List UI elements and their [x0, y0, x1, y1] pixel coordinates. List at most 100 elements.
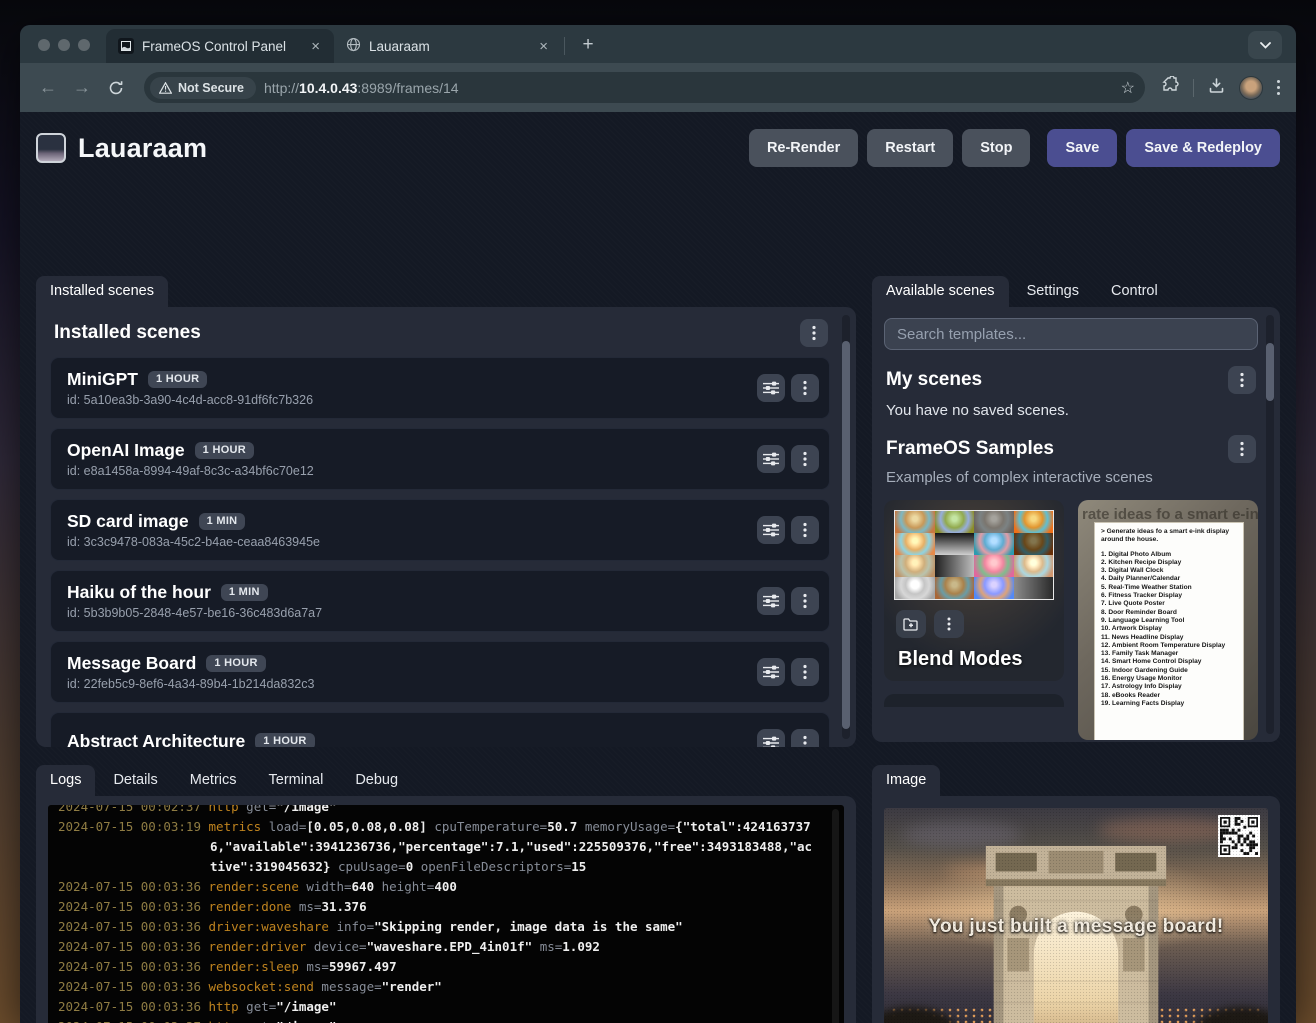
scene-menu-button[interactable] — [791, 516, 819, 544]
extensions-icon[interactable] — [1161, 76, 1179, 99]
stop-button[interactable]: Stop — [962, 129, 1030, 167]
preview-line: 13. Family Task Manager — [1101, 650, 1237, 658]
scene-settings-button[interactable] — [757, 516, 785, 544]
rerender-button[interactable]: Re-Render — [749, 129, 858, 167]
my-scenes-empty-text: You have no saved scenes. — [886, 402, 1256, 419]
browser-tab-lauaraam[interactable]: Lauaraam × — [334, 29, 562, 63]
scene-id: id: 5b3b9b05-2848-4e57-be16-36c483d6a7a7 — [67, 606, 747, 620]
tab-available-scenes[interactable]: Available scenes — [872, 276, 1009, 307]
blend-modes-thumbnail — [894, 510, 1054, 600]
scene-settings-button[interactable] — [757, 445, 785, 473]
scene-card[interactable]: Abstract Architecture1 HOUR — [50, 712, 830, 747]
installed-scenes-menu-button[interactable] — [800, 319, 828, 347]
toolbar-icons — [1161, 76, 1284, 100]
preview-line: 18. eBooks Reader — [1101, 692, 1237, 700]
bookmark-star-icon[interactable]: ☆ — [1121, 78, 1135, 98]
profile-avatar[interactable] — [1239, 76, 1263, 100]
log-entry: 2024-07-15 00:03:36 render:sleep ms=5996… — [58, 957, 818, 977]
scene-interval-badge: 1 HOUR — [148, 371, 207, 388]
scene-menu-button[interactable] — [791, 445, 819, 473]
sample-menu-button[interactable] — [934, 610, 964, 638]
scene-info: Message Board1 HOURid: 22feb5c9-8ef6-4a3… — [67, 653, 747, 691]
window-minimize-button[interactable] — [58, 39, 70, 51]
scene-settings-button[interactable] — [757, 587, 785, 615]
my-scenes-heading: My scenes — [886, 369, 982, 391]
restart-button[interactable]: Restart — [867, 129, 953, 167]
search-input[interactable] — [884, 318, 1258, 350]
scene-menu-button[interactable] — [791, 729, 819, 747]
installed-scenes-scrollbar[interactable] — [842, 315, 850, 739]
scene-settings-button[interactable] — [757, 374, 785, 402]
log-entry: 2024-07-15 00:03:19 metrics load=[0.05,0… — [58, 817, 818, 877]
browser-toolbar: ← → Not Secure http://10.4.0.43:8989/fra… — [20, 63, 1296, 112]
sample-card-eink-ideas[interactable]: rate ideas fo a smart e-ink di > Generat… — [1078, 500, 1258, 740]
scene-settings-button[interactable] — [757, 658, 785, 686]
scene-interval-badge: 1 MIN — [221, 584, 268, 601]
tab-debug[interactable]: Debug — [341, 765, 412, 796]
tab-metrics[interactable]: Metrics — [176, 765, 251, 796]
tab-control[interactable]: Control — [1097, 276, 1172, 307]
browser-menu-icon[interactable] — [1277, 80, 1280, 95]
preview-line: 2. Kitchen Recipe Display — [1101, 559, 1237, 567]
scene-title: OpenAI Image — [67, 440, 185, 461]
my-scenes-menu-button[interactable] — [1228, 366, 1256, 394]
window-zoom-button[interactable] — [78, 39, 90, 51]
scene-card[interactable]: MiniGPT1 HOURid: 5a10ea3b-3a90-4c4d-acc8… — [50, 357, 830, 419]
preview-line: 14. Smart Home Control Display — [1101, 658, 1237, 666]
scene-card[interactable]: OpenAI Image1 HOURid: e8a1458a-8994-49af… — [50, 428, 830, 490]
tab-close-icon[interactable]: × — [307, 38, 324, 55]
available-scenes-panel: My scenes You have no saved scenes. Fram… — [872, 307, 1280, 742]
header-actions: Re-Render Restart Stop Save Save & Redep… — [749, 129, 1280, 167]
tab-logs[interactable]: Logs — [36, 765, 95, 796]
save-button[interactable]: Save — [1047, 129, 1117, 167]
tab-close-icon[interactable]: × — [535, 38, 552, 55]
samples-menu-button[interactable] — [1228, 435, 1256, 463]
window-close-button[interactable] — [38, 39, 50, 51]
image-tabbar: Image — [872, 764, 940, 796]
scene-menu-button[interactable] — [791, 374, 819, 402]
preview-line: 11. News Headline Display — [1101, 634, 1237, 642]
save-redeploy-button[interactable]: Save & Redeploy — [1126, 129, 1280, 167]
preview-line: 1. Digital Photo Album — [1101, 551, 1237, 559]
tab-installed-scenes[interactable]: Installed scenes — [36, 276, 168, 307]
downloads-icon[interactable] — [1208, 77, 1225, 99]
scene-menu-button[interactable] — [791, 658, 819, 686]
sample-card-blend-modes[interactable]: Blend Modes — [884, 500, 1064, 681]
scene-actions — [757, 445, 819, 473]
terminal-log[interactable]: 2024-07-15 00:02:37 http get="/image"202… — [48, 805, 844, 1023]
scene-title: Abstract Architecture — [67, 731, 245, 747]
tab-settings[interactable]: Settings — [1013, 276, 1093, 307]
back-button[interactable]: ← — [34, 74, 62, 102]
installed-scenes-panel: Installed scenes MiniGPT1 HOURid: 5a10ea… — [36, 307, 856, 747]
tab-details[interactable]: Details — [99, 765, 171, 796]
preview-line: 19. Learning Facts Display — [1101, 700, 1237, 708]
scene-settings-button[interactable] — [757, 729, 785, 747]
forward-button[interactable]: → — [68, 74, 96, 102]
log-entry: 2024-07-15 00:02:37 http get="/image" — [58, 805, 818, 817]
tab-title: FrameOS Control Panel — [142, 39, 299, 54]
scene-card[interactable]: Message Board1 HOURid: 22feb5c9-8ef6-4a3… — [50, 641, 830, 703]
scene-card[interactable]: Haiku of the hour1 MINid: 5b3b9b05-2848-… — [50, 570, 830, 632]
tab-search-chevron-button[interactable] — [1248, 31, 1282, 59]
terminal-scrollbar[interactable] — [832, 809, 839, 1023]
new-tab-button[interactable]: + — [575, 34, 601, 56]
installed-scenes-tabbar: Installed scenes — [36, 275, 168, 307]
sample-card-partial[interactable] — [884, 694, 1064, 707]
scene-info: Haiku of the hour1 MINid: 5b3b9b05-2848-… — [67, 582, 747, 620]
installed-scenes-heading: Installed scenes — [54, 322, 201, 344]
sample-install-button[interactable] — [896, 610, 926, 638]
window-controls[interactable] — [20, 39, 106, 63]
sample-preview-background-text: rate ideas fo a smart e-ink di — [1082, 506, 1258, 523]
tab-terminal[interactable]: Terminal — [255, 765, 338, 796]
not-secure-badge[interactable]: Not Secure — [150, 77, 256, 99]
tab-image[interactable]: Image — [872, 765, 940, 796]
qr-code — [1218, 815, 1260, 857]
browser-tab-frameos[interactable]: FrameOS Control Panel × — [106, 29, 334, 63]
address-bar[interactable]: Not Secure http://10.4.0.43:8989/frames/… — [144, 72, 1145, 103]
available-scenes-scrollbar[interactable] — [1266, 315, 1274, 734]
url-text: http://10.4.0.43:8989/frames/14 — [264, 80, 459, 96]
reload-button[interactable] — [102, 74, 130, 102]
preview-line: 8. Door Reminder Board — [1101, 609, 1237, 617]
scene-menu-button[interactable] — [791, 587, 819, 615]
scene-card[interactable]: SD card image1 MINid: 3c3c9478-083a-45c2… — [50, 499, 830, 561]
